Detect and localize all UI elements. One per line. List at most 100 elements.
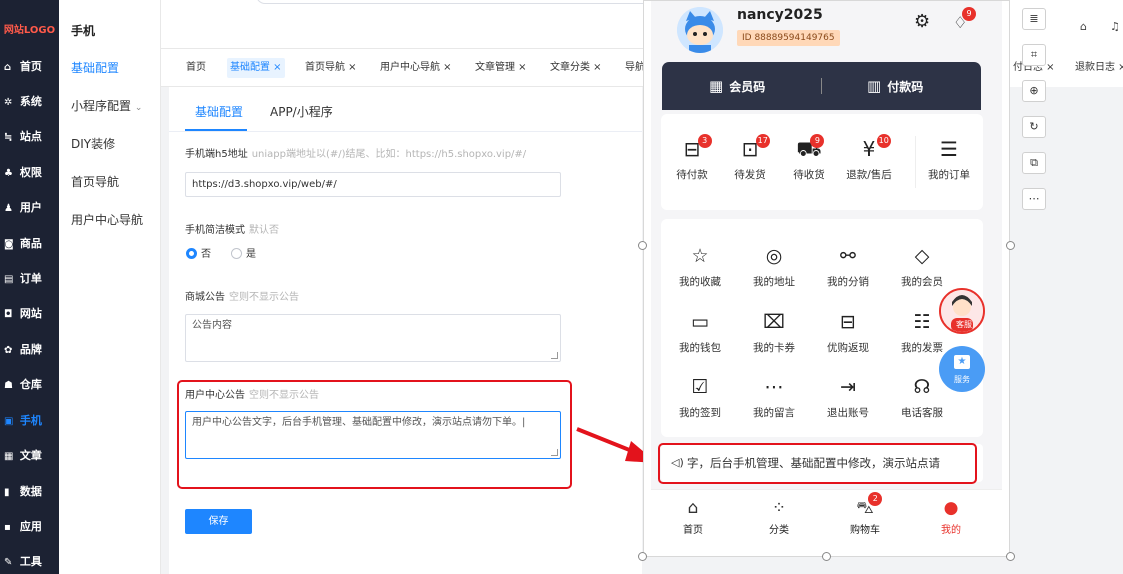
sidebar-item-data[interactable]: ▮ 数据 [0,475,59,509]
radio-no[interactable]: 否 [186,248,211,261]
order-icon: ▤ [4,274,14,285]
tabbar-home[interactable]: ⌂ 首页 [663,498,723,538]
order-refund[interactable]: ¥10 退款/售后 [837,134,901,182]
service-distribution[interactable]: ⚯ 我的分销 [811,245,885,289]
order-pending-shipment[interactable]: ⊡ 17 待发货 [718,134,782,182]
tab-divider [169,131,642,132]
user-id-badge: ID 88889594149765 [737,30,840,46]
subnav-item-miniapp-config[interactable]: 小程序配置 ⌄ [71,96,142,118]
resize-handle-right[interactable] [1006,241,1015,250]
sidebar-item-home[interactable]: ⌂ 首页 [0,50,59,84]
h5-url-input[interactable]: https://d3.shopxo.vip/web/#/ [185,172,561,197]
warehouse-icon: ☗ [4,380,13,391]
service-cashback[interactable]: ⊟ 优购返现 [811,311,885,355]
mobile-icon: ▣ [4,416,14,427]
subnav-item-home-nav[interactable]: 首页导航 [71,172,119,192]
notification-bell-icon[interactable]: ♢ 9 [953,7,976,32]
orders-panel: ⊟ 3 待付款 ⊡ 17 待发货 ⛟ 9 待收货 ¥10 退款/售后 ☰ 我的订单 [661,114,983,210]
wallet-icon: ▭ [691,311,709,333]
sidebar-item-brand[interactable]: ✿ 品牌 [0,333,59,367]
tab-user-center-nav[interactable]: 用户中心导航 × [377,58,455,78]
highlight-box-marquee [658,443,977,484]
order-pending-payment[interactable]: ⊟ 3 待付款 [660,134,724,182]
service-logout[interactable]: ⇥ 退出账号 [811,376,885,420]
user-avatar[interactable] [677,7,723,53]
main-sidebar: 网站LOGO ⌂ 首页 ✲ 系统 ≒ 站点 ♣ 权限 ♟ 用户 ◙ 商品 ▤ 订… [0,0,59,574]
resize-handle-left[interactable] [638,241,647,250]
resize-handle-bottom-left[interactable] [638,552,647,561]
sidebar-item-user[interactable]: ♟ 用户 [0,191,59,225]
pay-code-button[interactable]: ▥ 付款码 [867,76,923,97]
service-float[interactable]: ★ 服务 [939,346,985,392]
order-list-icon: ☰ [940,137,958,161]
tab-basic-config[interactable]: 基础配置 × [227,58,285,78]
tab-basic-config-form[interactable]: 基础配置 [195,103,243,121]
bell-icon[interactable]: ♫ [1110,20,1120,33]
radio-yes[interactable]: 是 [231,248,256,261]
orders-divider [915,136,916,188]
truck-icon: ⛟ 9 [796,134,825,160]
service-membership[interactable]: ◇ 我的会员 [885,245,959,289]
highlight-box-notice-field [177,380,572,489]
code-bar: ▦ 会员码 ▥ 付款码 [662,62,981,110]
order-pending-receipt[interactable]: ⛟ 9 待收货 [777,134,841,182]
tab-app-miniapp[interactable]: APP/小程序 [270,103,333,121]
crop-icon[interactable]: ⌗ [1022,44,1046,66]
resize-handle-bottom-right[interactable] [1006,552,1015,561]
sidebar-item-warehouse[interactable]: ☗ 仓库 [0,368,59,402]
subnav-item-user-center-nav[interactable]: 用户中心导航 [71,210,143,230]
tab-refund-log[interactable]: 退款日志 × [1072,58,1123,78]
sidebar-item-permission[interactable]: ♣ 权限 [0,156,59,190]
barcode-icon: ▥ [867,77,882,95]
rotate-icon[interactable]: ↻ [1022,116,1046,138]
service-address[interactable]: ◎ 我的地址 [737,245,811,289]
tabbar-profile[interactable]: ● 我的 [921,498,981,538]
tabbar-cart[interactable]: ⛍ 2 购物车 [835,492,895,538]
home-icon[interactable]: ⌂ [1080,20,1087,33]
simple-mode-label: 手机简洁模式 默认否 [185,225,279,236]
sidebar-item-goods[interactable]: ◙ 商品 [0,227,59,261]
sub-sidebar: 手机 基础配置 小程序配置 ⌄ DIY装修 首页导航 用户中心导航 [59,0,161,574]
sidebar-item-site[interactable]: ≒ 站点 [0,120,59,154]
service-checkin[interactable]: ☑ 我的签到 [663,376,737,420]
customer-service-float[interactable]: 客服 [939,288,985,334]
service-wallet[interactable]: ▭ 我的钱包 [663,311,737,355]
sidebar-item-apps[interactable]: ▪ 应用 [0,510,59,544]
resize-handle-bottom[interactable] [822,552,831,561]
website-icon: ◘ [4,309,13,320]
services-panel: ☆ 我的收藏 ◎ 我的地址 ⚯ 我的分销 ◇ 我的会员 ▭ 我的钱包 ⌧ 我的卡券 ⊟ 优购返… [661,219,983,437]
sidebar-item-order[interactable]: ▤ 订单 [0,262,59,296]
subnav-item-basic-config[interactable]: 基础配置 [71,58,119,78]
zoom-in-icon[interactable]: ⊕ [1022,80,1046,102]
tab-home-nav[interactable]: 首页导航 × [302,58,360,78]
sidebar-item-mobile[interactable]: ▣ 手机 [0,404,59,438]
more-icon[interactable]: ⋯ [1022,188,1046,210]
tab-article-category[interactable]: 文章分类 × [547,58,605,78]
sidebar-item-article[interactable]: ▦ 文章 [0,439,59,473]
subnav-item-diy[interactable]: DIY装修 [71,134,115,154]
sidebar-item-system[interactable]: ✲ 系统 [0,85,59,119]
share-icon: ⚯ [840,245,856,267]
service-favorites[interactable]: ☆ 我的收藏 [663,245,737,289]
tab-home[interactable]: 首页 [183,58,209,78]
resize-handle-icon[interactable] [551,352,558,359]
tab-article-manage[interactable]: 文章管理 × [472,58,530,78]
sidebar-item-tools[interactable]: ✎ 工具 [0,545,59,574]
tabbar-category[interactable]: ⁘ 分类 [749,498,809,538]
copy-icon[interactable]: ⧉ [1022,152,1046,174]
member-code-button[interactable]: ▦ 会员码 [709,76,765,97]
service-messages[interactable]: ⋯ 我的留言 [737,376,811,420]
mall-notice-textarea[interactable]: 公告内容 [185,314,561,362]
service-coupons[interactable]: ⌧ 我的卡券 [737,311,811,355]
coupon-icon: ⌧ [763,311,785,333]
save-button[interactable]: 保存 [185,509,252,534]
apps-icon: ▪ [4,522,11,533]
goods-icon: ◙ [4,239,14,250]
align-icon[interactable]: ≣ [1022,8,1046,30]
permission-icon: ♣ [4,168,13,179]
site-logo: 网站LOGO [3,25,56,36]
settings-gear-icon[interactable]: ⚙ [914,11,930,32]
sidebar-item-website[interactable]: ◘ 网站 [0,297,59,331]
my-orders[interactable]: ☰ 我的订单 [917,138,981,182]
checkin-icon: ☑ [691,376,709,398]
